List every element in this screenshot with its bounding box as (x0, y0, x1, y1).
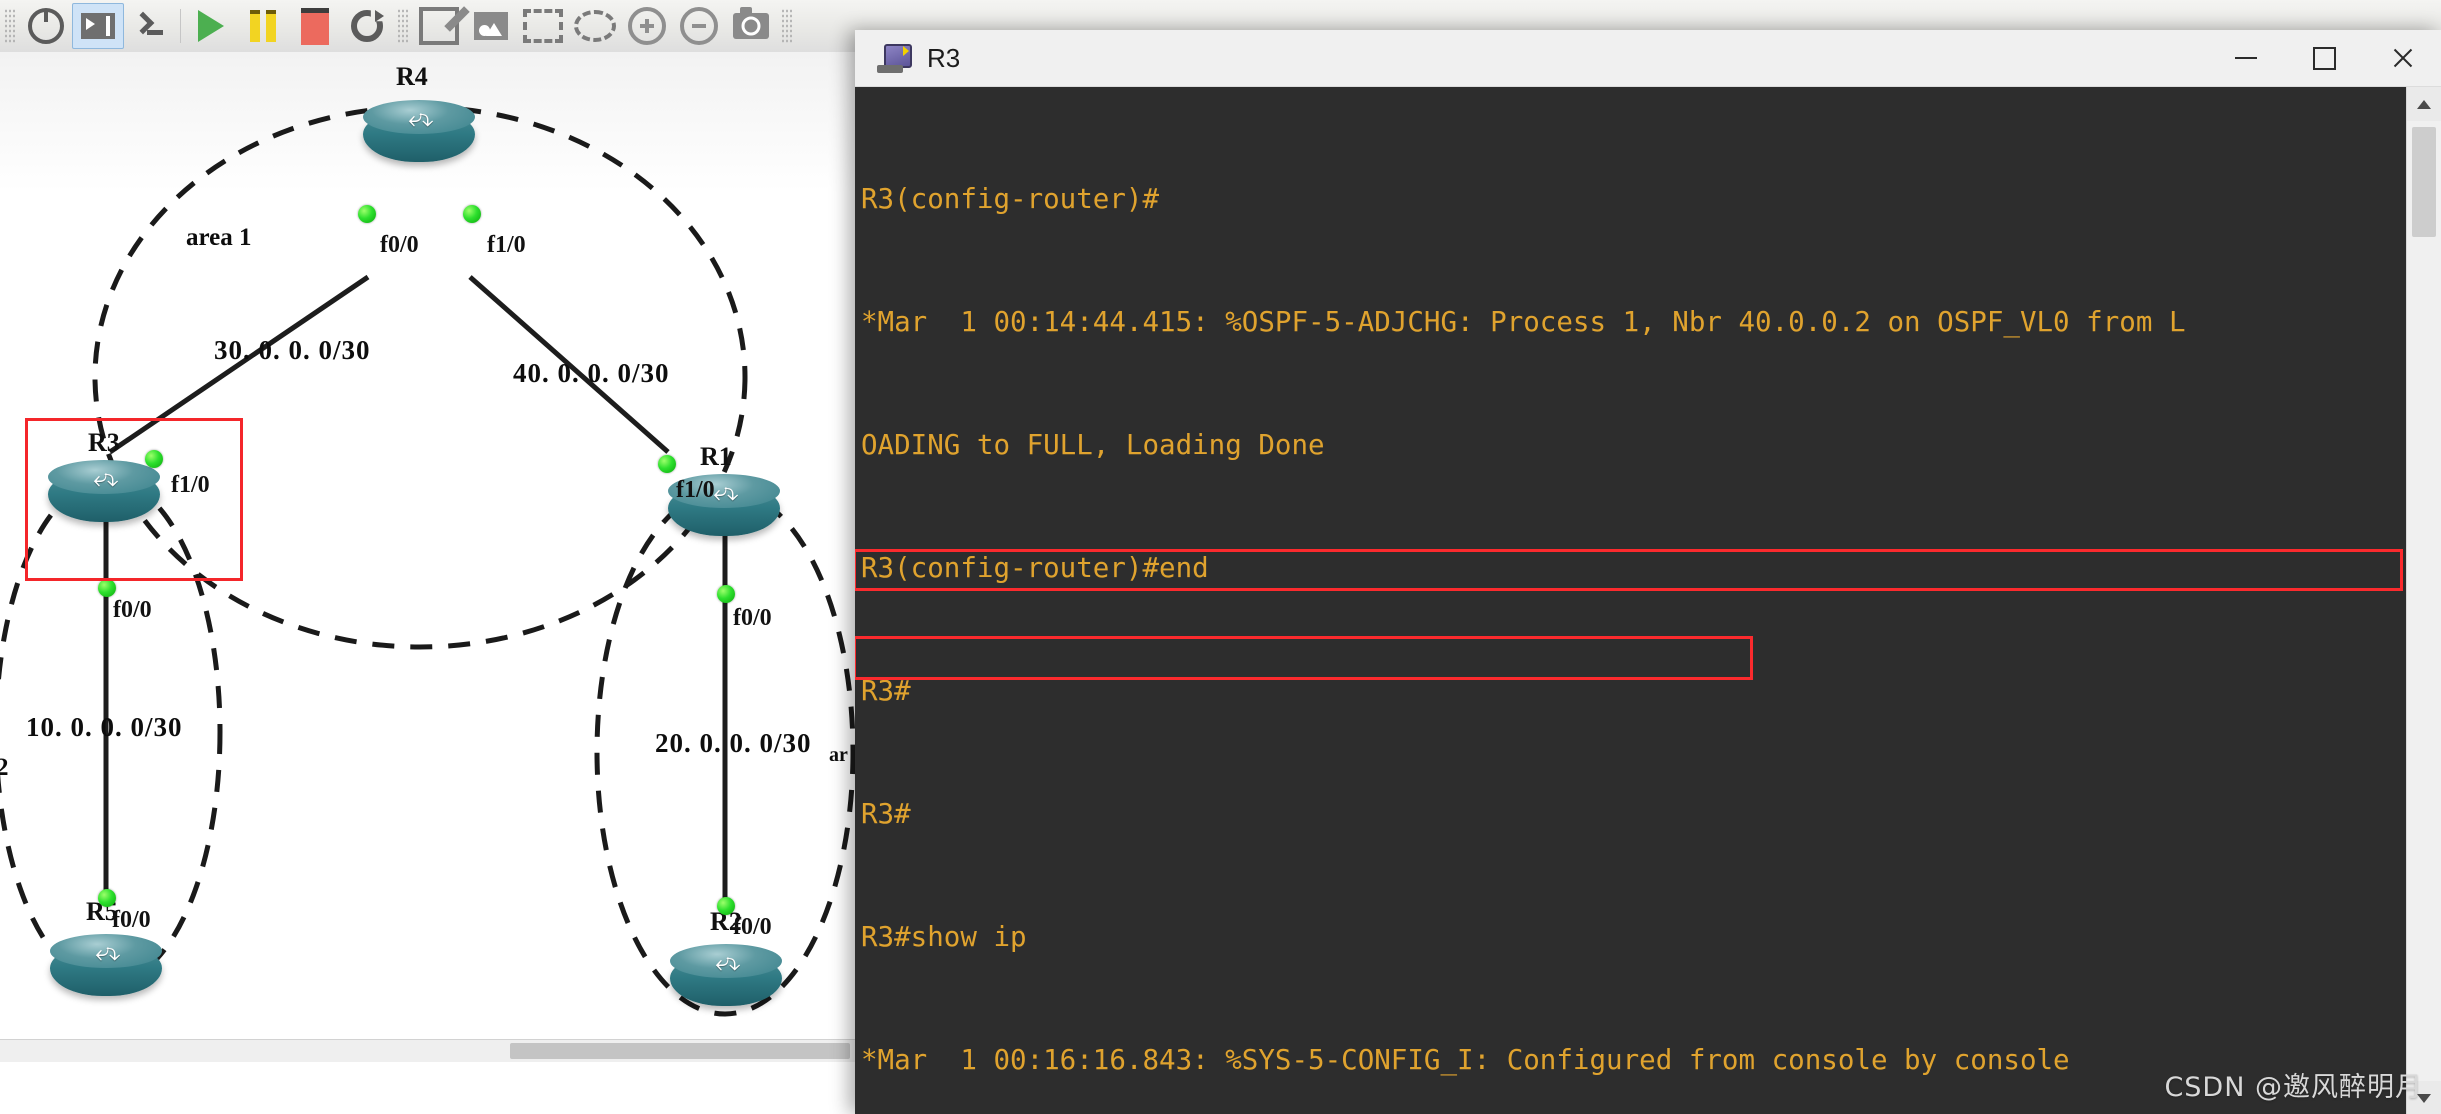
console-window[interactable]: R3 R3(config-router)# *Mar 1 00:14:44.41… (855, 30, 2441, 1114)
interface-label-r4-f10: f1/0 (487, 232, 526, 258)
toolbar-grip-2[interactable] (398, 8, 408, 44)
terminal-text: R3(config-router)# *Mar 1 00:14:44.415: … (861, 97, 2399, 1114)
image-icon[interactable] (465, 3, 517, 49)
terminal-line: R3(config-router)# (861, 183, 1160, 215)
terminal-line: R3# (861, 798, 911, 830)
console-icon[interactable] (72, 3, 124, 49)
router-r4[interactable]: ⤶⤵ (363, 98, 475, 170)
play-icon[interactable] (185, 3, 237, 49)
router-arrows-icon: ⤶⤵ (95, 937, 120, 967)
terminal-icon (877, 43, 912, 73)
minimize-button[interactable] (2207, 30, 2285, 86)
highlight-box-virtual-link-status (855, 636, 1753, 680)
interface-label-r3-f00: f0/0 (113, 597, 152, 623)
close-icon[interactable] (2363, 30, 2441, 86)
node-dot-r4-f10[interactable] (463, 205, 481, 223)
interface-label-r4-f00: f0/0 (380, 232, 419, 258)
terminal-scrollbar[interactable] (2406, 87, 2441, 1114)
network-label-30: 30. 0. 0. 0/30 (214, 335, 371, 365)
window-controls (2207, 30, 2441, 86)
canvas-scrollbar-thumb[interactable] (510, 1043, 850, 1059)
terminal-output-area[interactable]: R3(config-router)# *Mar 1 00:14:44.415: … (855, 87, 2441, 1114)
network-label-40: 40. 0. 0. 0/30 (513, 358, 670, 388)
watermark: CSDN @邀风醉明月 (2164, 1072, 2423, 1103)
node-dot-r3-f00[interactable] (98, 579, 116, 597)
router-r2[interactable]: ⤶⤵ (670, 942, 782, 1014)
screen-root: R4 ⤶⤵ f0/0 f1/0 area 1 30. 0. 0. 0/30 40… (0, 0, 2441, 1114)
network-label-20: 20. 0. 0. 0/30 (655, 728, 812, 758)
terminal-line: OADING to FULL, Loading Done (861, 429, 1325, 461)
highlight-box-virtual-links-command (855, 549, 2403, 591)
maximize-button[interactable] (2285, 30, 2363, 86)
node-dot-r1-f10[interactable] (658, 455, 676, 473)
interface-label-r5-f00: f0/0 (112, 907, 151, 933)
interface-label-r1-f10: f1/0 (676, 477, 715, 503)
node-dot-r5-f00[interactable] (98, 889, 116, 907)
toolbar-grip-3[interactable] (782, 8, 792, 44)
zoom-in-icon[interactable] (621, 3, 673, 49)
pause-icon[interactable] (237, 3, 289, 49)
terminal-line: R3#show ip (861, 921, 1027, 953)
toolbar-grip[interactable] (5, 8, 15, 44)
terminal-line: *Mar 1 00:14:44.415: %OSPF-5-ADJCHG: Pro… (861, 306, 2186, 338)
note-icon[interactable] (413, 3, 465, 49)
rectangle-icon[interactable] (517, 3, 569, 49)
terminal-scrollbar-thumb[interactable] (2412, 127, 2436, 237)
console-title-bar[interactable]: R3 (855, 30, 2441, 87)
scroll-up-icon[interactable] (2407, 87, 2441, 121)
interface-label-r2-f00: f0/0 (733, 914, 772, 940)
area-label-1: area 1 (186, 224, 252, 251)
router-arrows-icon: ⤶⤵ (715, 947, 740, 977)
power-icon[interactable] (20, 3, 72, 49)
ellipse-icon[interactable] (569, 3, 621, 49)
toolbar-separator (180, 9, 181, 43)
node-dot-r2-f00[interactable] (717, 897, 735, 915)
router-label-r4: R4 (396, 62, 428, 91)
node-dot-r1-f00[interactable] (717, 585, 735, 603)
area-label-right: ar (829, 744, 848, 766)
zoom-out-icon[interactable] (673, 3, 725, 49)
area-label-left: 2 (0, 754, 9, 782)
screenshot-icon[interactable] (725, 3, 777, 49)
highlight-box-r3 (25, 418, 243, 581)
network-label-10: 10. 0. 0. 0/30 (26, 712, 183, 742)
console-window-title: R3 (927, 42, 961, 73)
interface-label-r1-f00: f0/0 (733, 605, 772, 631)
reload-icon[interactable] (341, 3, 393, 49)
node-dot-r4-f00[interactable] (358, 205, 376, 223)
router-label-r1: R1 (700, 442, 732, 471)
router-r5[interactable]: ⤶⤵ (50, 932, 162, 1004)
stop-icon[interactable] (289, 3, 341, 49)
router-arrows-icon: ⤶⤵ (408, 103, 433, 133)
prompt-icon[interactable] (124, 3, 176, 49)
